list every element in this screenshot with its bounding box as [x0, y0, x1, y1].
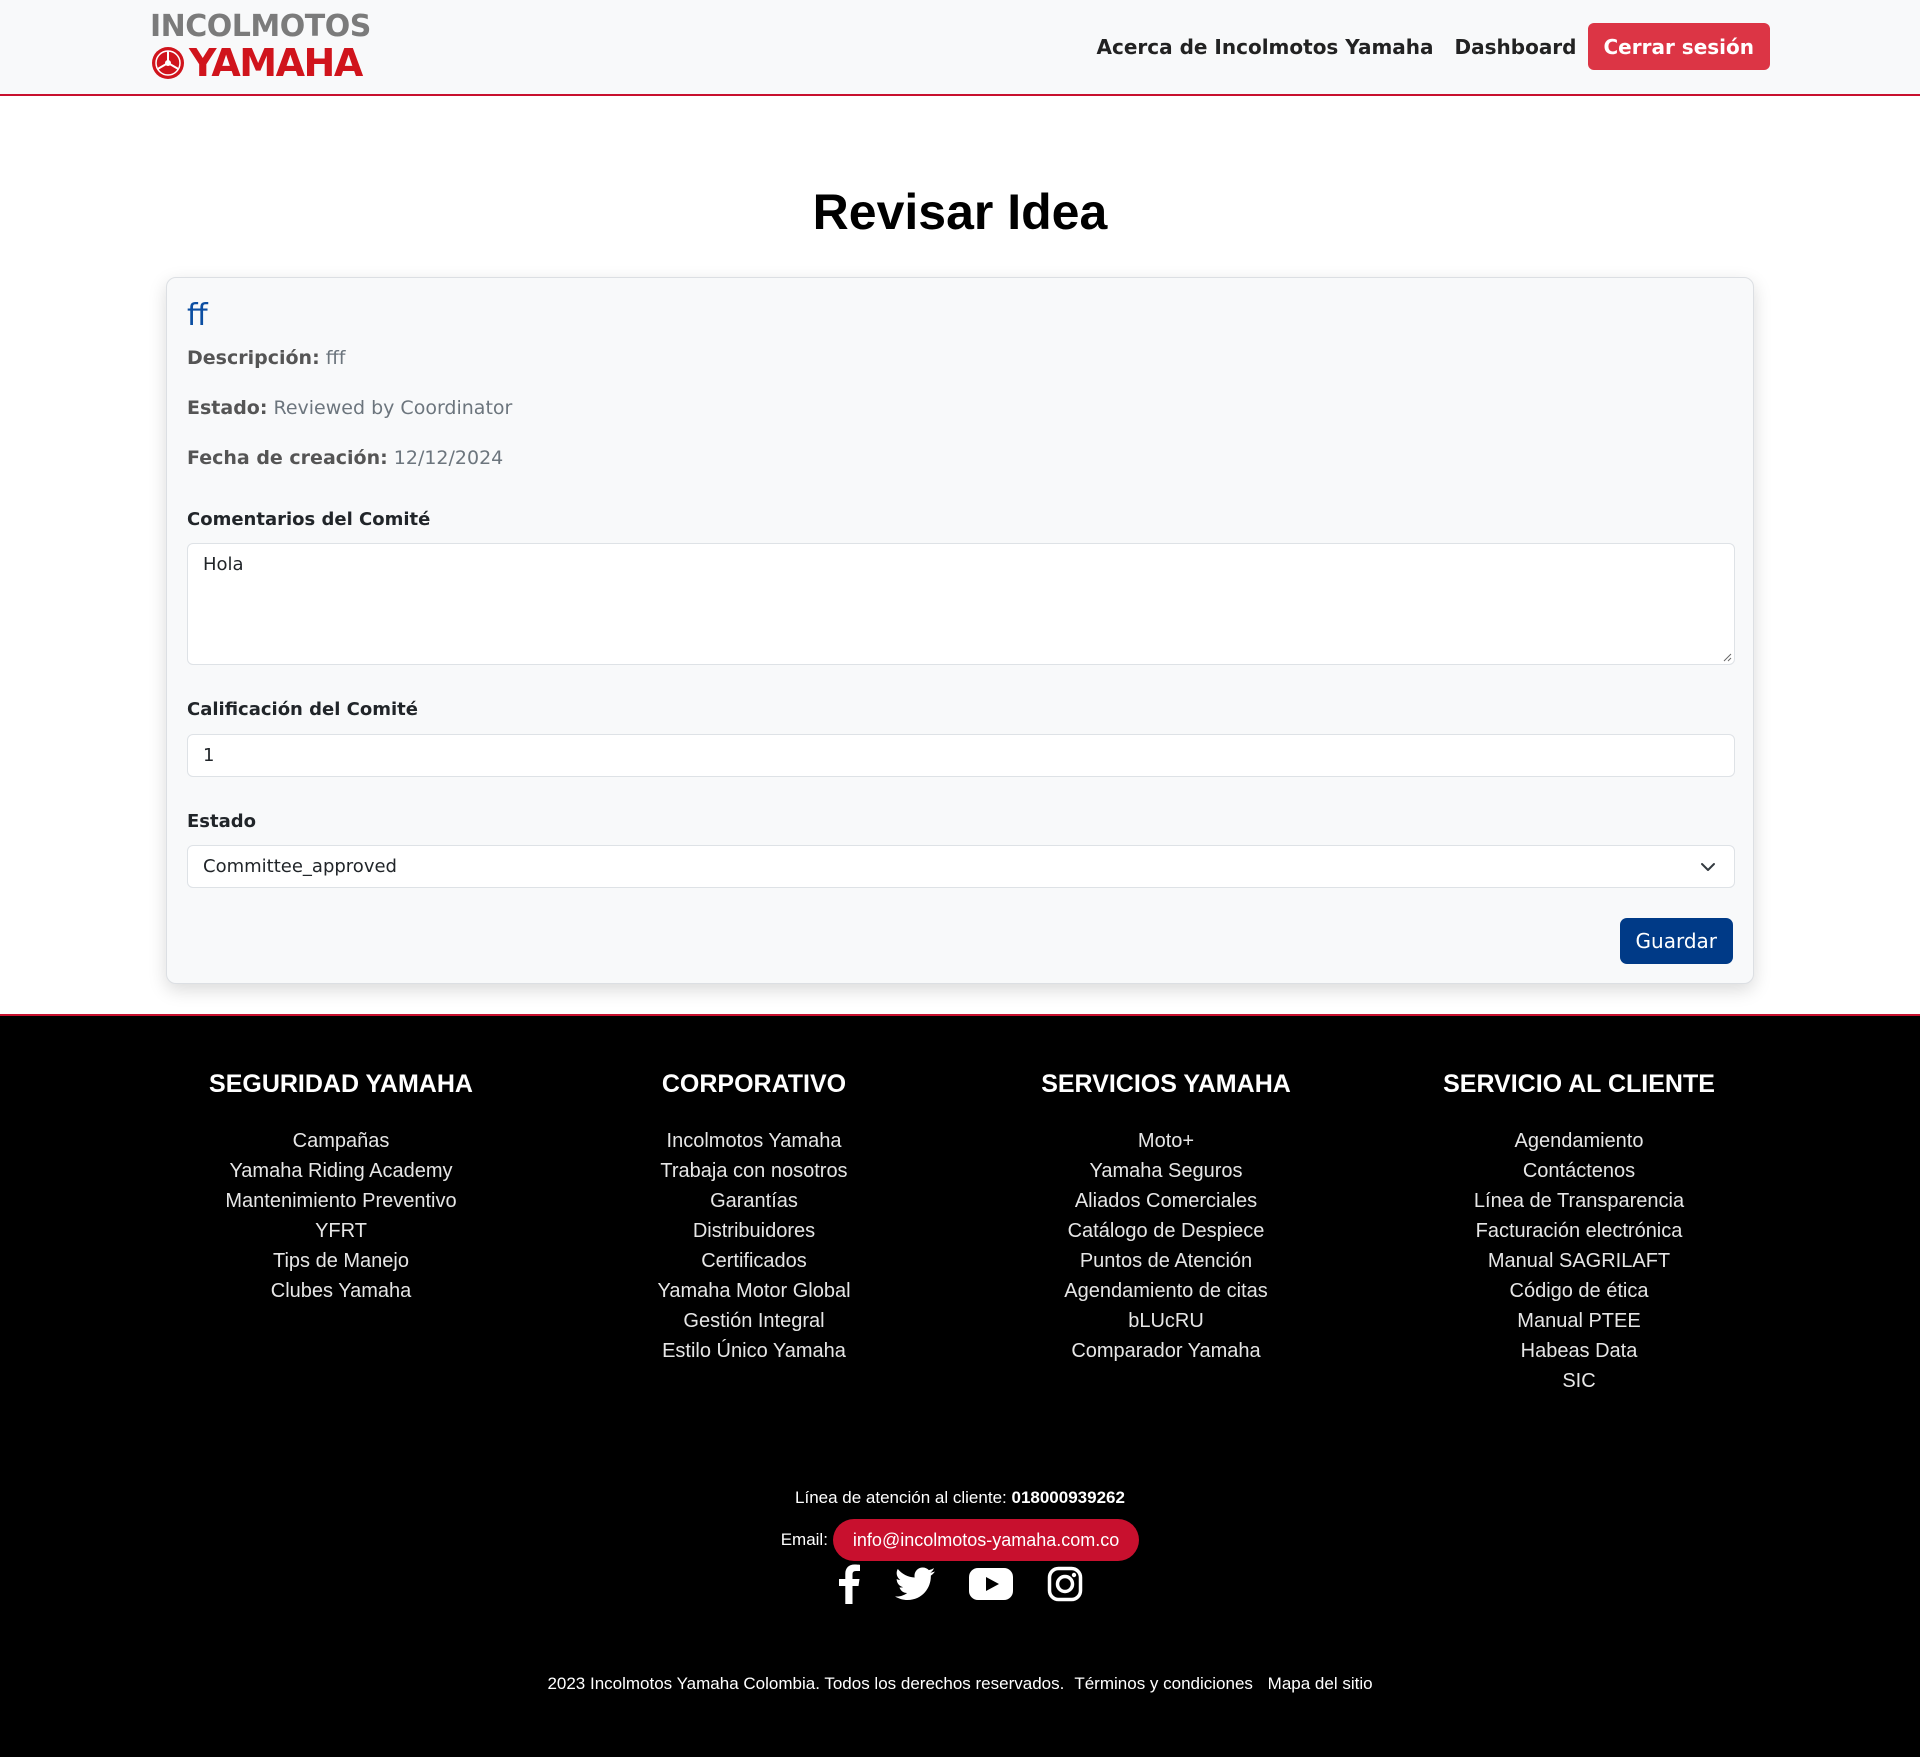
footer-column-title: CORPORATIVO — [661, 1070, 847, 1098]
footer-column-seguridad: SEGURIDAD YAMAHA Campañas Yamaha Riding … — [131, 1070, 551, 1306]
save-button[interactable]: Guardar — [1619, 918, 1733, 964]
logo-top-text: INCOLMOTOS — [150, 9, 371, 44]
footer-link[interactable]: Incolmotos Yamaha — [544, 1126, 964, 1156]
footer-link[interactable]: Clubes Yamaha — [131, 1276, 551, 1306]
logo-bottom-text: YAMAHA — [189, 41, 363, 85]
description-label: Descripción: — [187, 347, 320, 369]
site-footer: SEGURIDAD YAMAHA Campañas Yamaha Riding … — [0, 1014, 1920, 1757]
footer-link[interactable]: Certificados — [544, 1246, 964, 1276]
rating-value: 1 — [203, 745, 215, 766]
rating-label: Calificación del Comité — [187, 699, 418, 720]
footer-link[interactable]: Facturación electrónica — [1369, 1216, 1789, 1246]
footer-link[interactable]: Aliados Comerciales — [956, 1186, 1376, 1216]
footer-link[interactable]: Yamaha Seguros — [956, 1156, 1376, 1186]
resize-handle-icon[interactable] — [1722, 652, 1732, 662]
status-value: Reviewed by Coordinator — [273, 397, 513, 419]
footer-link[interactable]: Gestión Integral — [544, 1306, 964, 1336]
state-label: Estado — [187, 811, 257, 832]
copyright-line: 2023 Incolmotos Yamaha Colombia. Todos l… — [0, 1674, 1920, 1694]
footer-link[interactable]: Agendamiento — [1369, 1126, 1789, 1156]
twitter-icon[interactable] — [895, 1567, 935, 1605]
idea-description: Descripción: fff — [187, 347, 346, 369]
customer-email-row: Email: info@incolmotos-yamaha.com.co — [0, 1519, 1920, 1561]
date-label: Fecha de creación: — [187, 447, 388, 469]
page-title: Revisar Idea — [812, 184, 1108, 240]
footer-column-corporativo: CORPORATIVO Incolmotos Yamaha Trabaja co… — [544, 1070, 964, 1366]
main-nav: Acerca de Incolmotos Yamaha Dashboard Ce… — [1097, 23, 1770, 70]
footer-link[interactable]: Tips de Manejo — [131, 1246, 551, 1276]
footer-link[interactable]: Yamaha Riding Academy — [131, 1156, 551, 1186]
footer-link[interactable]: Garantías — [544, 1186, 964, 1216]
footer-column-title: SERVICIOS YAMAHA — [1041, 1070, 1291, 1098]
footer-column-title: SEGURIDAD YAMAHA — [209, 1070, 473, 1098]
logout-button[interactable]: Cerrar sesión — [1587, 23, 1770, 70]
idea-status: Estado: Reviewed by Coordinator — [187, 397, 512, 419]
status-label: Estado: — [187, 397, 268, 419]
comments-text: Hola — [203, 554, 244, 575]
customer-phone-line: Línea de atención al cliente: 0180009392… — [0, 1488, 1920, 1508]
footer-link[interactable]: Yamaha Motor Global — [544, 1276, 964, 1306]
footer-link[interactable]: Mantenimiento Preventivo — [131, 1186, 551, 1216]
email-link[interactable]: info@incolmotos-yamaha.com.co — [832, 1519, 1140, 1561]
footer-link[interactable]: Puntos de Atención — [956, 1246, 1376, 1276]
footer-column-servicios: SERVICIOS YAMAHA Moto+ Yamaha Seguros Al… — [956, 1070, 1376, 1366]
footer-link[interactable]: Comparador Yamaha — [956, 1336, 1376, 1366]
footer-link[interactable]: Estilo Único Yamaha — [544, 1336, 964, 1366]
terms-link[interactable]: Términos y condiciones — [1074, 1674, 1253, 1693]
social-links — [0, 1564, 1920, 1608]
incolmotos-yamaha-logo[interactable]: INCOLMOTOS YAMAHA — [150, 12, 371, 84]
idea-review-card: ff Descripción: fff Estado: Reviewed by … — [166, 277, 1754, 984]
instagram-icon[interactable] — [1047, 1566, 1083, 1606]
footer-link[interactable]: Manual PTEE — [1369, 1306, 1789, 1336]
footer-link[interactable]: bLUcRU — [956, 1306, 1376, 1336]
idea-title: ff — [187, 298, 208, 333]
chevron-down-icon — [1701, 863, 1715, 871]
footer-link[interactable]: Código de ética — [1369, 1276, 1789, 1306]
phone-number[interactable]: 018000939262 — [1011, 1488, 1124, 1507]
date-value: 12/12/2024 — [393, 447, 504, 469]
footer-link[interactable]: Catálogo de Despiece — [956, 1216, 1376, 1246]
comments-textarea[interactable]: Hola — [187, 543, 1735, 665]
sitemap-link[interactable]: Mapa del sitio — [1268, 1674, 1373, 1693]
nav-link-dashboard[interactable]: Dashboard — [1455, 35, 1577, 59]
yamaha-tuning-fork-emblem-icon — [152, 47, 184, 79]
footer-link[interactable]: YFRT — [131, 1216, 551, 1246]
footer-link[interactable]: Trabaja con nosotros — [544, 1156, 964, 1186]
comments-label: Comentarios del Comité — [187, 509, 431, 530]
state-select[interactable]: Committee_approved — [187, 845, 1735, 888]
state-selected-value: Committee_approved — [203, 856, 397, 877]
footer-link[interactable]: Manual SAGRILAFT — [1369, 1246, 1789, 1276]
footer-link[interactable]: Habeas Data — [1369, 1336, 1789, 1366]
idea-created-date: Fecha de creación: 12/12/2024 — [187, 447, 503, 469]
footer-link[interactable]: Agendamiento de citas — [956, 1276, 1376, 1306]
copyright-text: 2023 Incolmotos Yamaha Colombia. Todos l… — [547, 1674, 1065, 1693]
footer-link[interactable]: SIC — [1369, 1366, 1789, 1396]
email-label: Email: — [780, 1530, 828, 1549]
footer-link[interactable]: Moto+ — [956, 1126, 1376, 1156]
site-header: INCOLMOTOS YAMAHA Acerca de Incolmotos Y… — [0, 0, 1920, 96]
nav-link-about[interactable]: Acerca de Incolmotos Yamaha — [1097, 35, 1434, 59]
description-value: fff — [325, 347, 346, 369]
footer-column-title: SERVICIO AL CLIENTE — [1443, 1070, 1715, 1098]
facebook-icon[interactable] — [837, 1564, 861, 1608]
footer-link[interactable]: Línea de Transparencia — [1369, 1186, 1789, 1216]
phone-label: Línea de atención al cliente: — [795, 1488, 1007, 1507]
footer-link[interactable]: Campañas — [131, 1126, 551, 1156]
youtube-icon[interactable] — [969, 1568, 1013, 1604]
rating-input[interactable]: 1 — [187, 734, 1735, 777]
footer-link[interactable]: Distribuidores — [544, 1216, 964, 1246]
footer-link[interactable]: Contáctenos — [1369, 1156, 1789, 1186]
footer-column-servicio-cliente: SERVICIO AL CLIENTE Agendamiento Contáct… — [1369, 1070, 1789, 1396]
